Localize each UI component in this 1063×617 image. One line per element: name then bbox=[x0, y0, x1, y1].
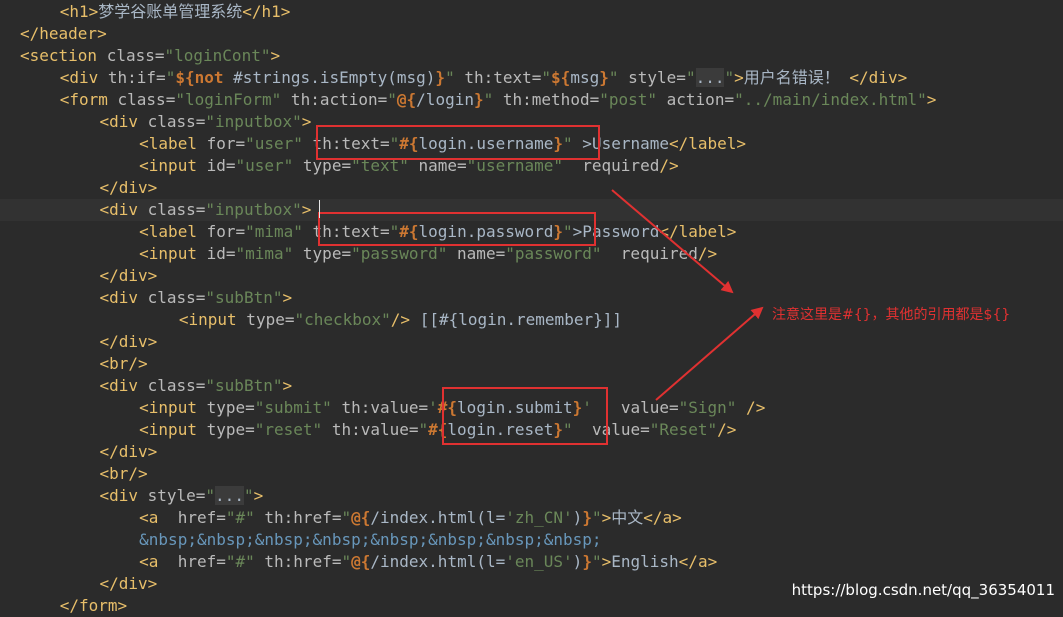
watermark: https://blog.csdn.net/qq_36354011 bbox=[791, 581, 1055, 599]
annotation-note: 注意这里是#{}，其他的引用都是${} bbox=[772, 307, 1011, 323]
text-cursor bbox=[319, 200, 320, 218]
arrow-up-right bbox=[655, 306, 764, 401]
annotation-arrows bbox=[611, 189, 764, 401]
arrow-down-right bbox=[611, 189, 734, 294]
